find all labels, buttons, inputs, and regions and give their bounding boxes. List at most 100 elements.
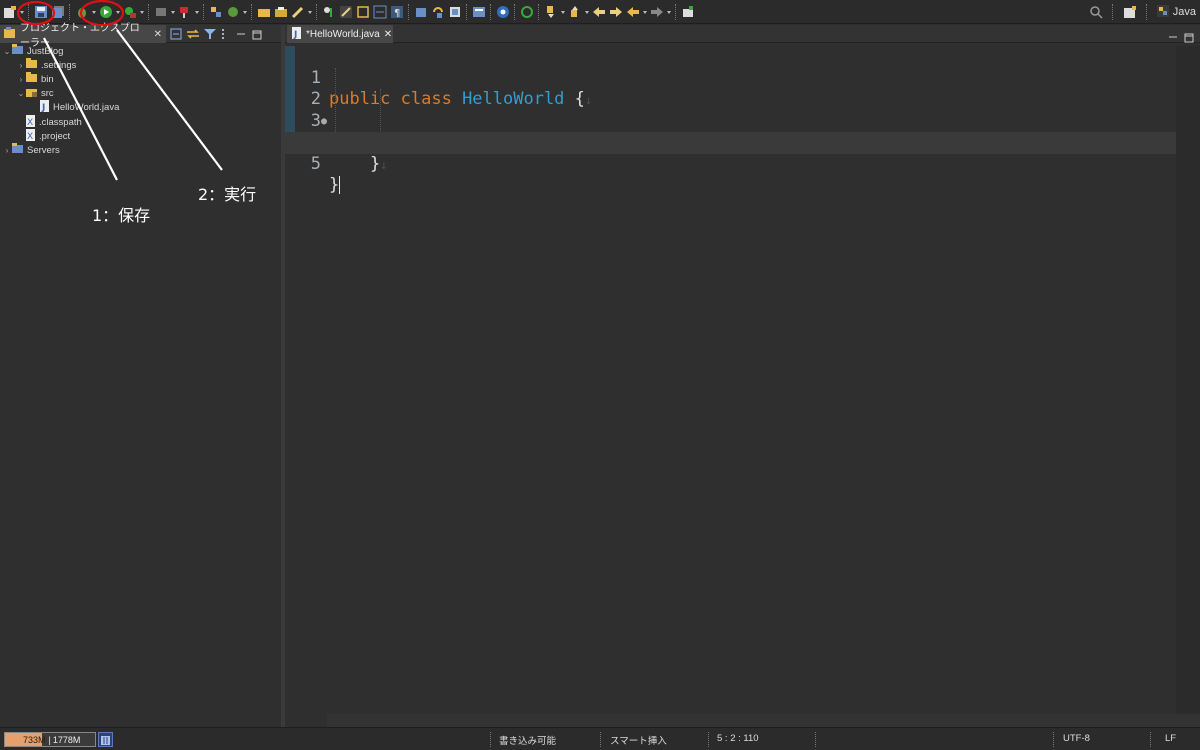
pin-editor-icon[interactable] (680, 4, 696, 20)
tree-item-label: src (41, 88, 54, 100)
new-java-project-icon[interactable] (208, 4, 224, 20)
next-edit-icon[interactable] (543, 4, 559, 20)
heap-status[interactable]: 733M | 1778M (4, 732, 96, 747)
debug-dropdown-icon[interactable] (91, 4, 97, 20)
project-explorer-panel: プロジェクト・エクスプローラー ✕ ⌄ JustBlog › .settings… (0, 23, 281, 727)
start-server-icon[interactable] (519, 4, 535, 20)
minimize-icon[interactable] (236, 25, 246, 44)
new-icon[interactable] (2, 4, 18, 20)
tree-item-bin[interactable]: › bin (0, 72, 281, 86)
search-references-icon[interactable] (321, 4, 337, 20)
sync-icon[interactable] (430, 4, 446, 20)
tree-item-project[interactable]: X .project (0, 128, 281, 143)
tab-helloworld-java[interactable]: J *HelloWorld.java ✕ (287, 25, 393, 43)
minimize-icon[interactable] (1168, 28, 1178, 47)
status-separator (600, 732, 601, 747)
console-icon[interactable] (471, 4, 487, 20)
maximize-icon[interactable] (252, 25, 262, 44)
collapse-all-icon[interactable] (170, 25, 182, 44)
run-icon[interactable] (98, 4, 114, 20)
chevron-right-icon[interactable]: › (16, 75, 26, 84)
settings-gear-icon[interactable] (495, 4, 511, 20)
status-separator (708, 732, 709, 747)
horizontal-scrollbar[interactable] (327, 714, 1200, 727)
tree-item-settings[interactable]: › .settings (0, 58, 281, 72)
svg-text:X: X (27, 132, 33, 141)
brush-dropdown-icon[interactable] (307, 4, 313, 20)
forward-edit-icon[interactable] (608, 4, 624, 20)
open-perspective-icon[interactable] (1122, 4, 1138, 20)
search-icon[interactable] (1088, 4, 1104, 20)
toolbar-separator (203, 4, 205, 20)
forward-dropdown-icon[interactable] (666, 4, 672, 20)
save-all-icon[interactable] (50, 4, 66, 20)
filter-icon[interactable] (204, 25, 216, 44)
tree-item-label: bin (41, 73, 54, 85)
close-icon[interactable]: ✕ (384, 29, 392, 40)
save-icon[interactable] (33, 4, 49, 20)
debug-icon[interactable] (74, 4, 90, 20)
code-line[interactable]: 1 public class HelloWorld {↓ (285, 46, 1176, 110)
stop-dropdown-icon[interactable] (170, 4, 176, 20)
open-task-icon[interactable] (273, 4, 289, 20)
run-dropdown-icon[interactable] (115, 4, 121, 20)
stop-icon[interactable] (153, 4, 169, 20)
project-tree: ⌄ JustBlog › .settings › bin ⌄ src J Hel… (0, 44, 281, 158)
perspective-java-button[interactable]: Java (1156, 4, 1196, 21)
java-file-icon: J (292, 26, 302, 42)
code-line[interactable]: 3 System.out.println("Hello World!");↓ (285, 89, 1176, 153)
vertical-scrollbar[interactable] (1176, 46, 1200, 714)
chevron-right-icon[interactable]: › (16, 61, 26, 70)
view-menu-icon[interactable] (220, 25, 226, 44)
code-editor[interactable]: 1 public class HelloWorld {↓ 2 ● public … (285, 46, 1176, 714)
brush-icon[interactable] (290, 4, 306, 20)
chevron-down-icon[interactable]: ⌄ (16, 89, 26, 98)
toolbar-separator (408, 4, 410, 20)
toggle-block-selection-icon[interactable] (355, 4, 371, 20)
java-file-icon: J (40, 100, 50, 115)
external-tools-dropdown-icon[interactable] (194, 4, 200, 20)
code-line-current[interactable]: 5 } (285, 132, 1176, 195)
main-toolbar: ¶ Java (0, 0, 1200, 24)
back-icon[interactable] (625, 4, 641, 20)
last-edit-location-icon[interactable] (591, 4, 607, 20)
garbage-collect-icon[interactable] (98, 732, 113, 747)
external-tools-icon[interactable] (177, 4, 193, 20)
link-with-editor-icon[interactable] (186, 25, 200, 44)
chevron-right-icon[interactable]: › (2, 146, 12, 155)
tree-item-justblog[interactable]: ⌄ JustBlog (0, 44, 281, 58)
previous-edit-dropdown-icon[interactable] (584, 4, 590, 20)
tree-item-servers[interactable]: › Servers (0, 143, 281, 157)
toggle-word-wrap-icon[interactable] (372, 4, 388, 20)
previous-edit-icon[interactable] (567, 4, 583, 20)
tree-item-helloworld-java[interactable]: J HelloWorld.java (0, 100, 281, 115)
new-dropdown-icon[interactable] (19, 4, 25, 20)
coverage-dropdown-icon[interactable] (139, 4, 145, 20)
back-dropdown-icon[interactable] (642, 4, 648, 20)
new-package-icon[interactable] (225, 4, 241, 20)
maximize-icon[interactable] (1184, 28, 1194, 47)
code-line[interactable]: 4 }↓ (285, 111, 1176, 174)
toolbar-separator (251, 4, 253, 20)
refresh-icon[interactable] (447, 4, 463, 20)
toolbar-separator (28, 4, 30, 20)
code-line[interactable]: 2 ● public static void main(String args[… (285, 68, 1176, 152)
tree-item-src[interactable]: ⌄ src (0, 87, 281, 101)
toggle-mark-occurrences-icon[interactable] (338, 4, 354, 20)
next-annotation-icon[interactable] (413, 4, 429, 20)
tree-item-classpath[interactable]: X .classpath (0, 114, 281, 130)
xml-file-icon: X (26, 114, 36, 130)
chevron-down-icon[interactable]: ⌄ (2, 47, 12, 56)
status-separator (1150, 732, 1151, 747)
save-annotation-label: 1：保存 (92, 206, 151, 225)
coverage-icon[interactable] (122, 4, 138, 20)
tab-project-explorer[interactable]: プロジェクト・エクスプローラー ✕ (0, 23, 166, 49)
cursor-position: 5 : 2 : 110 (717, 733, 759, 744)
next-edit-dropdown-icon[interactable] (560, 4, 566, 20)
close-icon[interactable]: ✕ (154, 29, 162, 40)
show-whitespace-icon[interactable]: ¶ (389, 4, 405, 20)
forward-icon[interactable] (649, 4, 665, 20)
new-class-dropdown-icon[interactable] (242, 4, 248, 20)
tree-item-label: JustBlog (27, 45, 64, 57)
open-type-icon[interactable] (256, 4, 272, 20)
